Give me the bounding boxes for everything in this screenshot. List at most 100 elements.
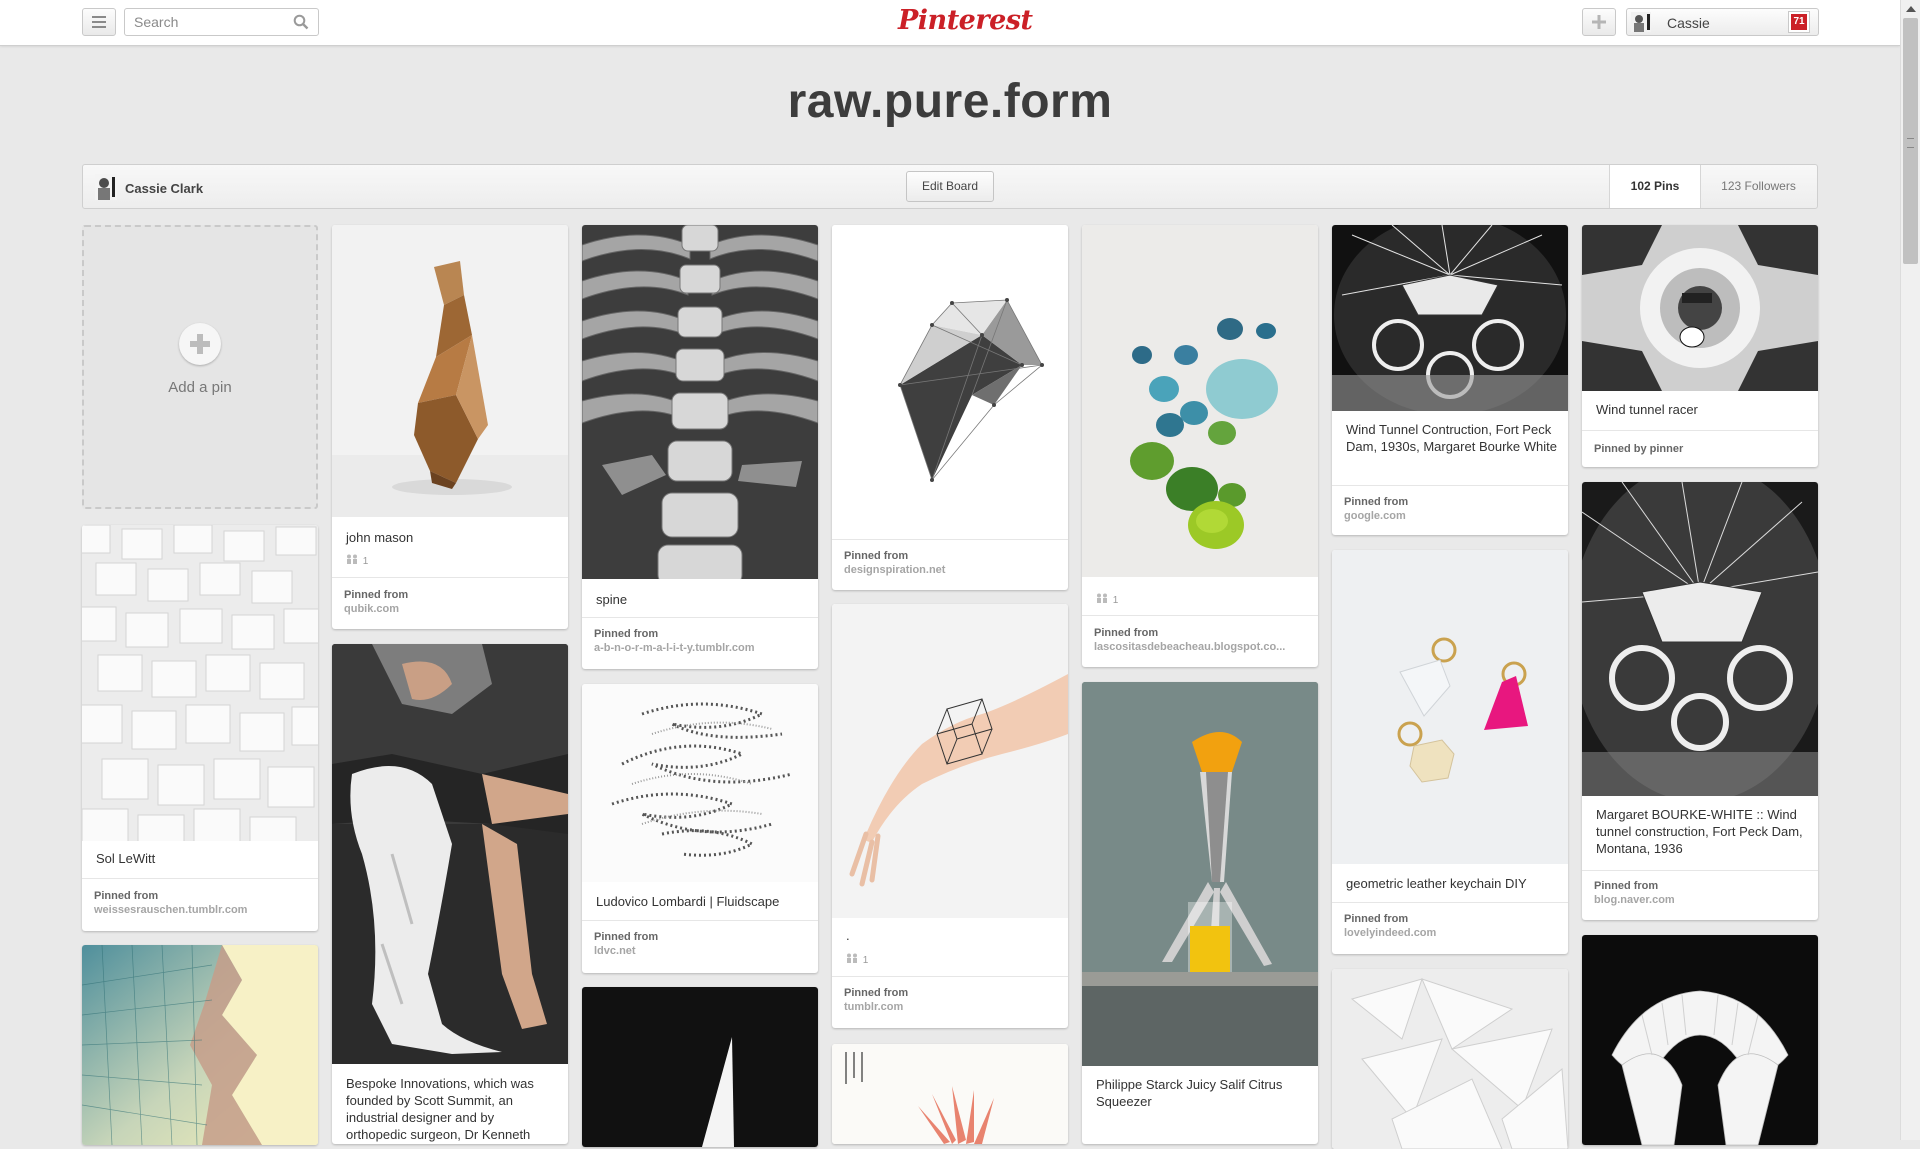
search-icon[interactable] — [293, 14, 309, 30]
pin-source-link[interactable]: designspiration.net — [844, 563, 1062, 577]
pin-image[interactable] — [1082, 225, 1318, 577]
pin-attribution: Pinned from weissesrauschen.tumblr.com — [94, 889, 312, 917]
plus-icon — [1592, 15, 1606, 29]
pin-image[interactable] — [832, 604, 1068, 918]
user-menu-button[interactable]: Cassie 71 — [1626, 8, 1819, 36]
scroll-up-arrow-icon[interactable] — [1906, 6, 1916, 12]
pin-card[interactable] — [82, 945, 318, 1145]
pins-count-tab[interactable]: 102 Pins — [1609, 165, 1701, 208]
followers-count-tab[interactable]: 123 Followers — [1700, 165, 1817, 208]
pin-image[interactable] — [582, 987, 818, 1147]
pin-card[interactable]: geometric leather keychain DIY Pinned fr… — [1332, 550, 1568, 954]
avatar — [1631, 12, 1651, 32]
add-pin-button[interactable] — [1582, 8, 1616, 36]
scrollbar-thumb[interactable] — [1903, 18, 1918, 264]
pin-divider — [1582, 430, 1818, 431]
pin-divider — [1582, 870, 1818, 871]
pin-card[interactable] — [1582, 935, 1818, 1145]
pin-image[interactable] — [1332, 969, 1568, 1149]
pin-likes-count: 1 — [862, 955, 869, 966]
board-title: raw.pure.form — [787, 75, 1113, 128]
pin-source-link[interactable]: tumblr.com — [844, 1000, 1062, 1014]
pin-description: Margaret BOURKE-WHITE :: Wind tunnel con… — [1596, 807, 1803, 856]
pinned-from-label: Pinned from — [594, 931, 659, 943]
pin-card[interactable]: . 1 Pinned from tumblr.com — [832, 604, 1068, 1028]
pin-image[interactable] — [1582, 482, 1818, 796]
pin-source-link[interactable]: lascositasdebeacheau.blogspot.co... — [1094, 640, 1312, 654]
pin-source-link[interactable]: google.com — [1344, 509, 1562, 523]
pin-description: Sol LeWitt — [96, 851, 156, 866]
owner-avatar[interactable] — [95, 174, 117, 200]
pin-card[interactable]: Sol LeWitt Pinned from weissesrauschen.t… — [82, 525, 318, 931]
pin-card[interactable] — [582, 987, 818, 1147]
pin-divider — [1082, 615, 1318, 616]
pin-card[interactable] — [832, 1044, 1068, 1144]
pin-source-link[interactable]: ldvc.net — [594, 944, 812, 958]
pinned-from-label: Pinned from — [1594, 880, 1659, 892]
pin-image[interactable] — [1332, 225, 1568, 411]
pin-likes: 1 — [346, 554, 368, 567]
pin-card[interactable]: Wind Tunnel Contruction, Fort Peck Dam, … — [1332, 225, 1568, 535]
notification-badge[interactable]: 71 — [1789, 12, 1809, 32]
pin-source-link[interactable]: weissesrauschen.tumblr.com — [94, 903, 312, 917]
menu-button[interactable] — [82, 8, 116, 36]
pin-image[interactable] — [1582, 935, 1818, 1145]
board-owner-name[interactable]: Cassie Clark — [125, 181, 203, 196]
pin-divider — [82, 878, 318, 879]
pin-source-link[interactable]: lovelyindeed.com — [1344, 926, 1562, 940]
pin-divider — [832, 539, 1068, 540]
pin-source-link[interactable]: qubik.com — [344, 602, 562, 616]
pinterest-logo[interactable]: Pinterest — [898, 5, 1033, 37]
repin-icon — [1097, 593, 1107, 603]
pin-card[interactable]: Pinned from designspiration.net — [832, 225, 1068, 590]
pin-card[interactable]: 1 Pinned from lascositasdebeacheau.blogs… — [1082, 225, 1318, 667]
pin-likes: 1 — [1096, 593, 1118, 606]
pin-card[interactable]: Ludovico Lombardi | Fluidscape Pinned fr… — [582, 684, 818, 973]
pin-card[interactable]: spine Pinned from a-b-n-o-r-m-a-l-i-t-y.… — [582, 225, 818, 669]
pin-card[interactable]: john mason 1 Pinned from qubik.com — [332, 225, 568, 629]
pin-likes-count: 1 — [1112, 595, 1119, 606]
pinned-from-label: Pinned from — [844, 987, 909, 999]
pin-card[interactable]: Margaret BOURKE-WHITE :: Wind tunnel con… — [1582, 482, 1818, 920]
pin-card[interactable] — [1332, 969, 1568, 1149]
pin-attribution: Pinned from ldvc.net — [594, 930, 812, 958]
pin-divider — [582, 617, 818, 618]
pin-divider — [1332, 902, 1568, 903]
pinned-from-label: Pinned from — [344, 589, 409, 601]
menu-icon — [92, 16, 106, 28]
pin-source-link[interactable]: blog.naver.com — [1594, 893, 1812, 907]
pin-card[interactable]: Philippe Starck Juicy Salif Citrus Squee… — [1082, 682, 1318, 1144]
pinned-from-label: Pinned from — [1344, 913, 1409, 925]
pin-image[interactable] — [82, 525, 318, 841]
pin-card[interactable]: Wind tunnel racer Pinned by pinner — [1582, 225, 1818, 467]
add-pin-card[interactable]: Add a pin — [82, 225, 318, 509]
pin-image[interactable] — [1332, 550, 1568, 864]
pin-image[interactable] — [82, 945, 318, 1145]
pin-source-link[interactable]: a-b-n-o-r-m-a-l-i-t-y.tumblr.com — [594, 641, 812, 655]
pin-image[interactable] — [582, 684, 818, 882]
pinned-from-label: Pinned from — [844, 550, 909, 562]
pin-card[interactable]: Bespoke Innovations, which was founded b… — [332, 644, 568, 1144]
pin-image[interactable] — [332, 225, 568, 517]
search-input[interactable] — [134, 10, 284, 34]
pin-image[interactable] — [582, 225, 818, 579]
pin-attribution: Pinned from blog.naver.com — [1594, 879, 1812, 907]
search-box[interactable] — [124, 8, 319, 36]
pin-attribution: Pinned from lovelyindeed.com — [1344, 912, 1562, 940]
pin-divider — [332, 577, 568, 578]
pinned-by-label: Pinned by pinner — [1594, 443, 1684, 455]
pin-attribution: Pinned from designspiration.net — [844, 549, 1062, 577]
pin-attribution: Pinned from google.com — [1344, 495, 1562, 523]
scrollbar[interactable] — [1900, 0, 1920, 1140]
pin-image[interactable] — [332, 644, 568, 1064]
pinned-from-label: Pinned from — [1094, 627, 1159, 639]
pin-image[interactable] — [1082, 682, 1318, 1066]
pin-image[interactable] — [832, 225, 1068, 539]
pin-image[interactable] — [832, 1044, 1068, 1144]
pin-attribution: Pinned from tumblr.com — [844, 986, 1062, 1014]
pin-image[interactable] — [1582, 225, 1818, 391]
pin-attribution: Pinned from lascositasdebeacheau.blogspo… — [1094, 626, 1312, 654]
edit-board-button[interactable]: Edit Board — [906, 171, 994, 202]
add-pin-plus-icon — [179, 323, 221, 365]
pinned-from-label: Pinned from — [594, 628, 659, 640]
